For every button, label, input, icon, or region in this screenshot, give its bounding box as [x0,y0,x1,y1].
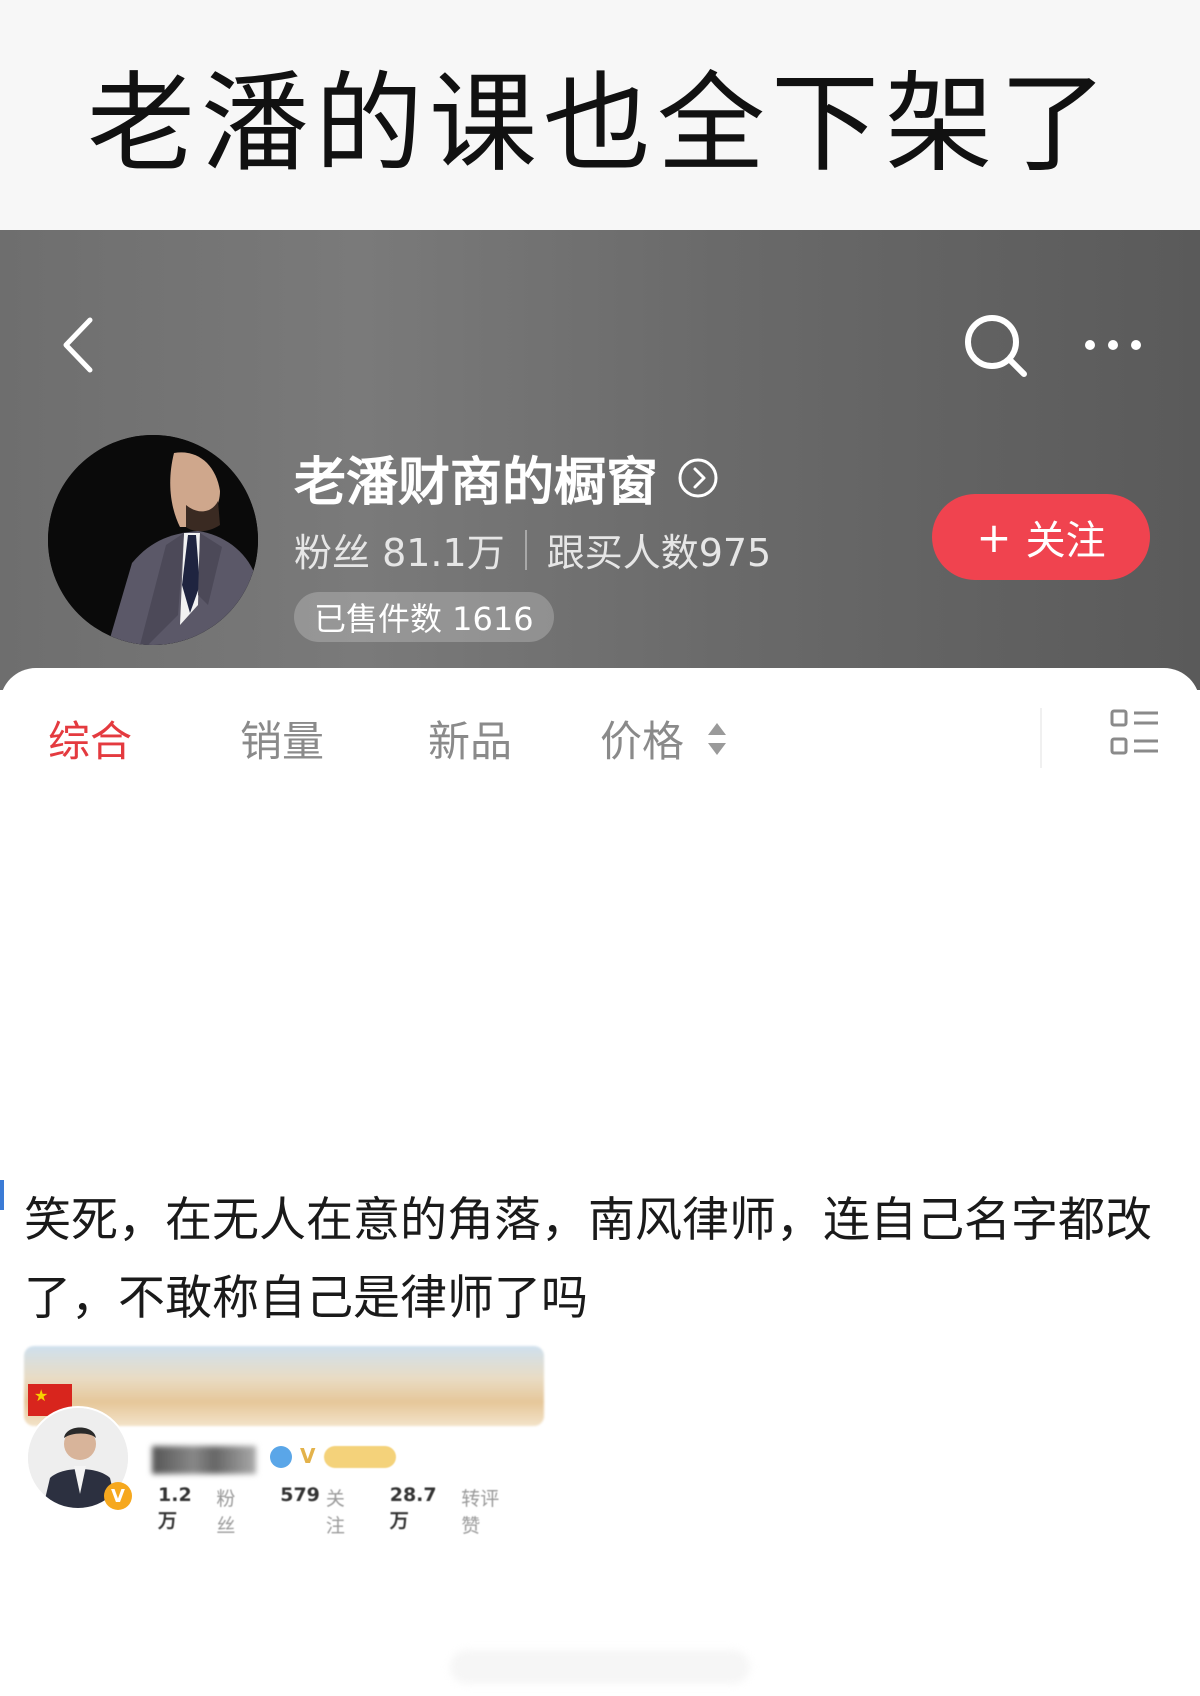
tab-comprehensive[interactable]: 综合 [48,708,132,769]
sort-updown-icon [708,722,727,755]
store-name-row[interactable]: 老潘财商的橱窗 [294,440,720,515]
more-icon[interactable] [1080,330,1150,360]
page: 老潘的课也全下架了 老潘财商的橱窗 粉丝 81.1万 跟买人数975 已售件数 … [0,0,1200,1696]
back-icon[interactable] [58,310,108,380]
profile-likes-num: 28.7万 [389,1484,437,1532]
buyers-count: 跟买人数975 [546,531,772,575]
list-layout-icon[interactable] [1110,708,1160,758]
profile-follow-label: 关注 [325,1488,345,1537]
flag-star-icon: ★ [34,1386,49,1405]
blurred-username [152,1446,256,1474]
chevron-right-circle-icon[interactable] [676,456,720,500]
profile-follow-num: 579 [280,1484,320,1506]
store-name: 老潘财商的橱窗 [294,453,659,513]
profile-stats: 1.2万 粉丝 579 关注 28.7万 转评赞 [158,1484,544,1538]
search-icon[interactable] [962,310,1032,380]
tab-sales[interactable]: 销量 [240,708,324,769]
avatar-image [48,435,258,645]
vip-tag [324,1446,396,1468]
post-text: 笑死，在无人在意的角落，南风律师，连自己名字都改了，不敢称自己是律师了吗 [24,1193,1152,1326]
vip-icon: V [300,1444,316,1468]
store-stats: 粉丝 81.1万 跟买人数975 [294,522,771,577]
follow-button[interactable]: + 关注 [932,494,1150,580]
profile-likes-label: 转评赞 [461,1488,500,1537]
follow-label: 关注 [1025,518,1106,564]
tab-price[interactable]: 价格 [600,708,728,769]
weibo-profile-card: ★ V V 1.2万 粉丝 579 关注 28.7万 转评赞 [24,1346,544,1537]
caption-text: 老潘的课也全下架了 [86,62,1113,187]
fans-count: 粉丝 81.1万 [294,531,505,575]
stats-divider [524,529,527,570]
verified-v-badge: V [104,1482,132,1510]
profile-fans-label: 粉丝 [216,1488,236,1537]
blurred-footer-text [450,1650,750,1684]
tab-divider [1040,708,1042,768]
profile-fans-num: 1.2万 [158,1484,192,1532]
store-avatar[interactable] [48,435,258,645]
tab-price-label: 价格 [600,717,685,766]
tab-new[interactable]: 新品 [428,708,512,769]
sort-tabbar: 综合 销量 新品 价格 [0,668,1200,798]
sold-count-badge: 已售件数 1616 [294,592,554,642]
store-header: 老潘财商的橱窗 粉丝 81.1万 跟买人数975 已售件数 1616 + 关注 [0,230,1200,690]
caption-banner: 老潘的课也全下架了 [0,0,1200,230]
plus-icon: + [976,512,1012,562]
left-edge-mark [0,1180,4,1210]
verified-icon [270,1446,292,1468]
